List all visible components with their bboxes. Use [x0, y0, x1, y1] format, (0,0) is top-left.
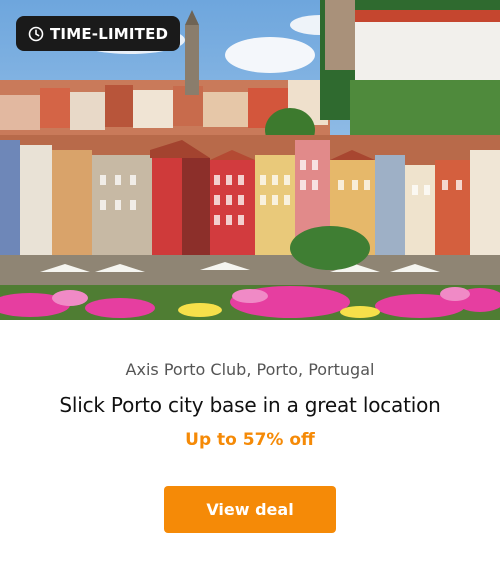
- deal-title[interactable]: Slick Porto city base in a great locatio…: [0, 393, 500, 417]
- deal-card[interactable]: TIME-LIMITED Axis Porto Club, Porto, Por…: [0, 0, 500, 569]
- deal-location: Axis Porto Club, Porto, Portugal: [125, 360, 375, 379]
- view-deal-button[interactable]: View deal: [164, 486, 336, 533]
- clock-icon: [28, 26, 44, 42]
- deal-discount: Up to 57% off: [185, 430, 315, 450]
- badge-label: TIME-LIMITED: [50, 24, 169, 43]
- time-limited-badge: TIME-LIMITED: [16, 16, 181, 51]
- hero-image[interactable]: TIME-LIMITED: [0, 0, 500, 320]
